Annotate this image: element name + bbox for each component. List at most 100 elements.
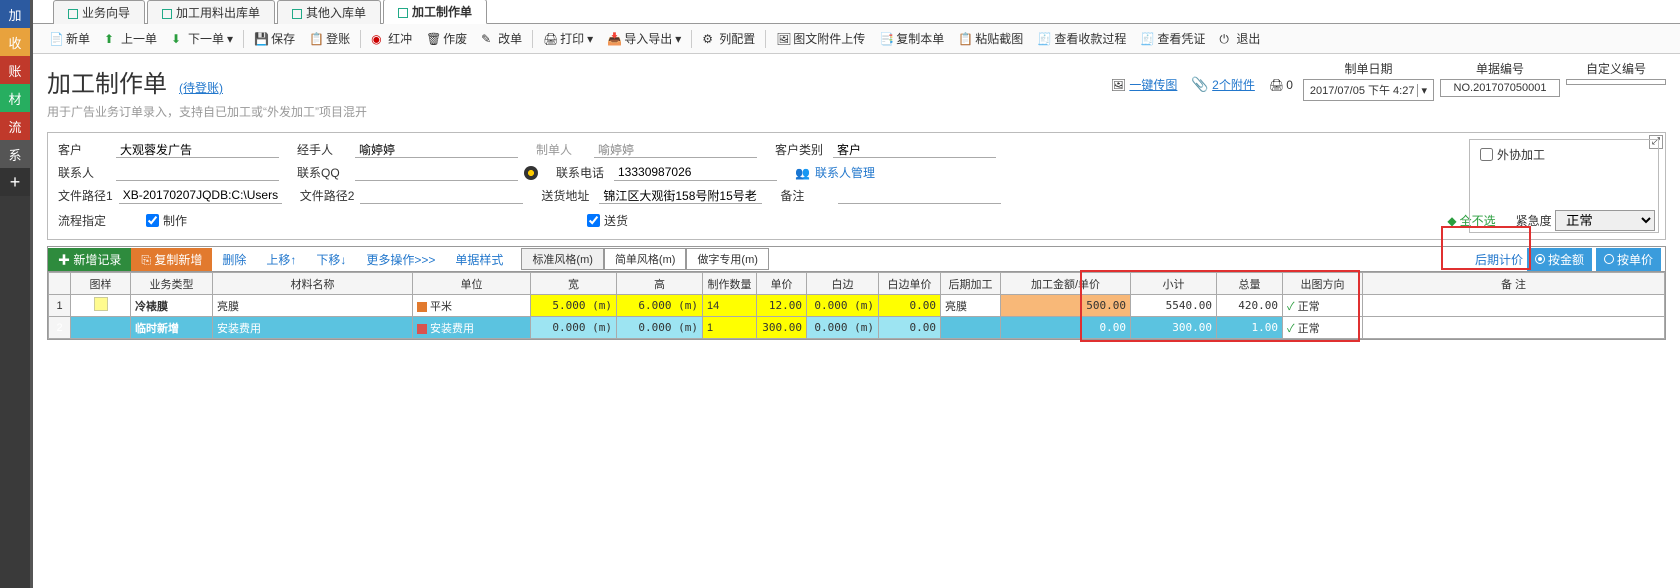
col-bprice[interactable]: 白边单价: [879, 273, 941, 295]
col-biz[interactable]: 业务类型: [131, 273, 213, 295]
pasteimg-button[interactable]: 📋粘贴截图: [952, 28, 1029, 49]
void-button[interactable]: 🗑作废: [420, 28, 473, 49]
outsource-check[interactable]: 外协加工: [1480, 146, 1648, 163]
by-unit-button[interactable]: 按单价: [1596, 248, 1661, 271]
imex-button[interactable]: 📥导入导出▾: [601, 28, 687, 49]
rail-item[interactable]: 加: [0, 0, 30, 28]
viewvch-button[interactable]: 🧾查看凭证: [1134, 28, 1211, 49]
col-price[interactable]: 单价: [757, 273, 807, 295]
thumb-cell[interactable]: [71, 317, 131, 339]
redink-icon: ◉: [371, 32, 385, 46]
col-w[interactable]: 宽: [531, 273, 617, 295]
contact-input[interactable]: [116, 164, 279, 181]
thumb-cell[interactable]: [71, 295, 131, 317]
chevron-down-icon: ▾: [227, 32, 233, 46]
addr-input[interactable]: [599, 187, 762, 204]
exit-button[interactable]: ⏻退出: [1213, 28, 1266, 49]
custtype-input[interactable]: [833, 141, 996, 158]
print-count[interactable]: 🖨 0: [1269, 78, 1293, 92]
new-icon: 📄: [49, 32, 63, 46]
rail-item[interactable]: 材: [0, 84, 30, 112]
customer-input[interactable]: [116, 141, 279, 158]
col-qty[interactable]: 制作数量: [703, 273, 757, 295]
copy-row-button[interactable]: ⎘ 复制新增: [131, 248, 212, 271]
next-button[interactable]: ⬇下一单▾: [165, 28, 239, 49]
col-thumb[interactable]: 图样: [71, 273, 131, 295]
chevron-down-icon: ▾: [587, 32, 593, 46]
remark-input[interactable]: [838, 187, 1001, 204]
rail-item[interactable]: 账: [0, 56, 30, 84]
tab[interactable]: 加工用料出库单: [147, 0, 275, 24]
rail-item[interactable]: 流: [0, 112, 30, 140]
handler-input[interactable]: [355, 141, 518, 158]
save-button[interactable]: 💾保存: [248, 28, 301, 49]
flow-ship-check[interactable]: 送货: [587, 212, 628, 229]
attach-button[interactable]: 🖼图文附件上传: [770, 28, 871, 49]
col-remark[interactable]: 备 注: [1363, 273, 1665, 295]
redink-button[interactable]: ◉红冲: [365, 28, 418, 49]
col-dir[interactable]: 出图方向: [1283, 273, 1363, 295]
col-total[interactable]: 总量: [1217, 273, 1283, 295]
style-tab[interactable]: 标准风格(m): [521, 248, 604, 270]
flow-make-check[interactable]: 制作: [146, 212, 187, 229]
style-tab[interactable]: 简单风格(m): [604, 248, 687, 270]
status-link[interactable]: (待登账): [179, 79, 223, 96]
tab-icon: [162, 9, 172, 19]
customer-label: 客户: [58, 141, 110, 158]
rail-add[interactable]: +: [0, 168, 30, 196]
doc-tabs: 业务向导 加工用料出库单 其他入库单 加工制作单: [33, 0, 1680, 24]
col-blank[interactable]: 白边: [807, 273, 879, 295]
date-field[interactable]: 2017/07/05 下午 4:27▾: [1303, 79, 1434, 101]
path2-input[interactable]: [360, 187, 523, 204]
contact-mgr-link[interactable]: 联系人管理: [815, 164, 875, 181]
copybill-button[interactable]: 📑复制本单: [873, 28, 950, 49]
table-row-selected[interactable]: 2 临时新增 安装费用 安装费用 0.000 (m) 0.000 (m) 1 3…: [49, 317, 1665, 339]
copy-icon: ⎘: [141, 253, 151, 267]
path1-input[interactable]: [119, 187, 282, 204]
contact-label: 联系人: [58, 164, 110, 181]
qq-input[interactable]: [355, 164, 518, 181]
viewpay-button[interactable]: 🧾查看收款过程: [1031, 28, 1132, 49]
col-h[interactable]: 高: [617, 273, 703, 295]
path1-label: 文件路径1: [58, 187, 113, 204]
custno-field[interactable]: [1566, 79, 1666, 85]
del-row-button[interactable]: 删除: [212, 248, 256, 271]
phone-input[interactable]: [614, 164, 777, 181]
more-ops-button[interactable]: 更多操作>>>: [356, 248, 445, 271]
clip-icon: 📎: [1191, 76, 1208, 92]
print-button[interactable]: 🖨打印▾: [537, 28, 599, 49]
add-row-button[interactable]: ✚ 新增记录: [48, 248, 131, 271]
custtype-label: 客户类别: [775, 141, 827, 158]
col-unit[interactable]: 单位: [413, 273, 531, 295]
upload-link[interactable]: 🖼 一键传图: [1111, 76, 1178, 93]
tab-active[interactable]: 加工制作单: [383, 0, 487, 24]
main-toolbar: 📄新单 ⬆上一单 ⬇下一单▾ 💾保存 📋登账 ◉红冲 🗑作废 ✎改单 🖨打印▾ …: [33, 24, 1680, 54]
col-pamt[interactable]: 加工金额/单价: [1001, 273, 1131, 295]
rail-item[interactable]: 系: [0, 140, 30, 168]
tab-icon: [292, 9, 302, 19]
rail-item[interactable]: 收: [0, 28, 30, 56]
by-amount-button[interactable]: 按金额: [1527, 248, 1592, 271]
table-row[interactable]: 1 冷裱膜 亮膜 平米 5.000 (m) 6.000 (m) 14 12.00…: [49, 295, 1665, 317]
down-icon: ⬇: [171, 32, 185, 46]
colcfg-button[interactable]: ⚙列配置: [696, 28, 761, 49]
tab[interactable]: 业务向导: [53, 0, 145, 24]
col-mat[interactable]: 材料名称: [213, 273, 413, 295]
prev-button[interactable]: ⬆上一单: [98, 28, 163, 49]
contacts-icon: 👥: [795, 166, 809, 180]
col-subtotal[interactable]: 小计: [1131, 273, 1217, 295]
qq-icon[interactable]: [524, 166, 538, 180]
moveup-button[interactable]: 上移↑: [256, 248, 306, 271]
modify-button[interactable]: ✎改单: [475, 28, 528, 49]
style-tab[interactable]: 做字专用(m): [686, 248, 769, 270]
post-button[interactable]: 📋登账: [303, 28, 356, 49]
movedown-button[interactable]: 下移↓: [306, 248, 356, 271]
qq-label: 联系QQ: [297, 164, 349, 181]
tab[interactable]: 其他入库单: [277, 0, 381, 24]
attach-link[interactable]: 📎 2个附件: [1191, 76, 1254, 93]
col-post[interactable]: 后期加工: [941, 273, 1001, 295]
new-button[interactable]: 📄新单: [43, 28, 96, 49]
chevron-down-icon: ▾: [1417, 84, 1427, 97]
phone-label: 联系电话: [556, 164, 608, 181]
colcfg-icon: ⚙: [702, 32, 716, 46]
